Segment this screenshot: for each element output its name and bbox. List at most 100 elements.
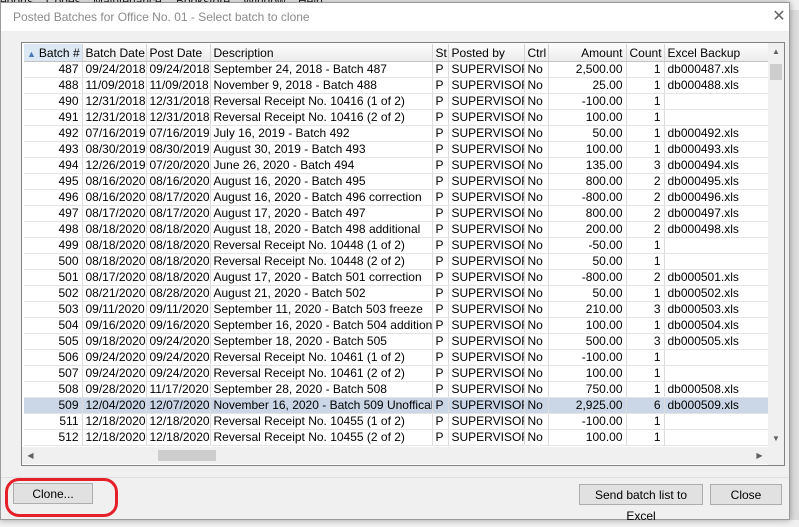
cell-ctrl: No bbox=[524, 237, 549, 254]
table-row[interactable]: 498 08/18/2020 08/18/2020 August 18, 2020 -… bbox=[24, 221, 769, 238]
cell-ctrl: No bbox=[524, 365, 549, 382]
cell-amount: 100.00 bbox=[548, 109, 627, 126]
column-header-batch-number[interactable]: ▲ Batch # bbox=[24, 44, 83, 62]
table-row[interactable]: 500 08/18/2020 08/18/2020 Reversal Receipt … bbox=[24, 253, 769, 270]
cell-ctrl: No bbox=[524, 77, 549, 94]
close-button[interactable]: Close bbox=[710, 484, 782, 505]
table-row[interactable]: 494 12/26/2019 07/20/2020 June 26, 2020 - B… bbox=[24, 157, 769, 174]
table-row[interactable]: 491 12/31/2018 12/31/2018 Reversal Receipt … bbox=[24, 109, 769, 126]
table-row[interactable]: 508 09/28/2020 11/17/2020 September 28, 202… bbox=[24, 381, 769, 398]
column-header-posted-by[interactable]: Posted by bbox=[448, 44, 525, 62]
cell-batch-number: 487 bbox=[24, 61, 83, 78]
cell-status: P bbox=[432, 397, 449, 414]
scroll-right-icon[interactable]: ▶ bbox=[751, 447, 768, 464]
clone-button[interactable]: Clone... bbox=[13, 483, 93, 504]
cell-batch-date: 12/31/2018 bbox=[82, 109, 147, 126]
table-row[interactable]: 506 09/24/2020 09/24/2020 Reversal Receipt … bbox=[24, 349, 769, 366]
cell-post-date: 12/18/2020 bbox=[146, 413, 211, 430]
table-row[interactable]: 496 08/16/2020 08/17/2020 August 16, 2020 -… bbox=[24, 189, 769, 206]
grid-header-row: ▲ Batch # Batch Date Post Date Descriptio… bbox=[24, 44, 769, 62]
column-header-ctrl[interactable]: Ctrl bbox=[524, 44, 549, 62]
table-row[interactable]: 511 12/18/2020 12/18/2020 Reversal Receipt … bbox=[24, 413, 769, 430]
cell-description: Reversal Receipt No. 10448 (1 of 2) bbox=[210, 237, 433, 254]
table-row[interactable]: 487 09/24/2018 09/24/2018 September 24, 201… bbox=[24, 61, 769, 78]
table-row[interactable]: 492 07/16/2019 07/16/2019 July 16, 2019 - B… bbox=[24, 125, 769, 142]
cell-post-date: 08/17/2020 bbox=[146, 189, 211, 206]
vertical-scrollbar[interactable]: ▲ ▼ bbox=[768, 43, 784, 447]
table-row[interactable]: 507 09/24/2020 09/24/2020 Reversal Receipt … bbox=[24, 365, 769, 382]
dialog-title: Posted Batches for Office No. 01 - Selec… bbox=[13, 10, 310, 24]
cell-ctrl: No bbox=[524, 381, 549, 398]
cell-excel-backup bbox=[664, 429, 769, 446]
cell-batch-date: 12/04/2020 bbox=[82, 397, 147, 414]
cell-ctrl: No bbox=[524, 397, 549, 414]
cell-batch-number: 497 bbox=[24, 205, 83, 222]
cell-description: Reversal Receipt No. 10455 (2 of 2) bbox=[210, 429, 433, 446]
cell-post-date: 12/31/2018 bbox=[146, 93, 211, 110]
cell-count: 2 bbox=[626, 189, 665, 206]
vertical-scroll-thumb[interactable] bbox=[770, 64, 782, 80]
cell-batch-date: 08/16/2020 bbox=[82, 189, 147, 206]
horizontal-scroll-thumb[interactable] bbox=[158, 450, 216, 461]
cell-count: 2 bbox=[626, 205, 665, 222]
scroll-down-icon[interactable]: ▼ bbox=[768, 430, 784, 447]
cell-ctrl: No bbox=[524, 317, 549, 334]
send-to-excel-button[interactable]: Send batch list to Excel bbox=[579, 484, 703, 523]
cell-batch-number: 511 bbox=[24, 413, 83, 430]
cell-excel-backup bbox=[664, 93, 769, 110]
cell-excel-backup bbox=[664, 109, 769, 126]
cell-posted-by: SUPERVISOR bbox=[448, 333, 525, 350]
table-row[interactable]: 490 12/31/2018 12/31/2018 Reversal Receipt … bbox=[24, 93, 769, 110]
column-header-description[interactable]: Description bbox=[210, 44, 433, 62]
cell-posted-by: SUPERVISOR bbox=[448, 413, 525, 430]
table-row[interactable]: 493 08/30/2019 08/30/2019 August 30, 2019 -… bbox=[24, 141, 769, 158]
cell-description: July 16, 2019 - Batch 492 bbox=[210, 125, 433, 142]
cell-post-date: 08/28/2020 bbox=[146, 285, 211, 302]
cell-excel-backup: db000492.xls bbox=[664, 125, 769, 142]
batch-grid[interactable]: ▲ Batch # Batch Date Post Date Descriptio… bbox=[21, 42, 785, 466]
cell-posted-by: SUPERVISOR bbox=[448, 157, 525, 174]
cell-posted-by: SUPERVISOR bbox=[448, 189, 525, 206]
scroll-up-icon[interactable]: ▲ bbox=[768, 43, 784, 60]
cell-ctrl: No bbox=[524, 157, 549, 174]
cell-excel-backup bbox=[664, 253, 769, 270]
cell-status: P bbox=[432, 109, 449, 126]
cell-amount: -800.00 bbox=[548, 189, 627, 206]
cell-posted-by: SUPERVISOR bbox=[448, 253, 525, 270]
column-header-status[interactable]: St bbox=[432, 44, 449, 62]
column-header-count[interactable]: Count bbox=[626, 44, 665, 62]
cell-ctrl: No bbox=[524, 413, 549, 430]
table-row[interactable]: 502 08/21/2020 08/28/2020 August 21, 2020 -… bbox=[24, 285, 769, 302]
cell-post-date: 11/17/2020 bbox=[146, 381, 211, 398]
cell-batch-date: 11/09/2018 bbox=[82, 77, 147, 94]
cell-count: 1 bbox=[626, 349, 665, 366]
column-header-excel-backup[interactable]: Excel Backup bbox=[664, 44, 769, 62]
cell-batch-date: 08/16/2020 bbox=[82, 173, 147, 190]
table-row[interactable]: 495 08/16/2020 08/16/2020 August 16, 2020 -… bbox=[24, 173, 769, 190]
table-row[interactable]: 509 12/04/2020 12/07/2020 November 16, 2020… bbox=[24, 397, 769, 414]
cell-batch-date: 09/24/2020 bbox=[82, 349, 147, 366]
cell-posted-by: SUPERVISOR bbox=[448, 205, 525, 222]
cell-batch-number: 500 bbox=[24, 253, 83, 270]
table-row[interactable]: 499 08/18/2020 08/18/2020 Reversal Receipt … bbox=[24, 237, 769, 254]
column-header-batch-date[interactable]: Batch Date bbox=[82, 44, 147, 62]
column-header-amount[interactable]: Amount bbox=[548, 44, 627, 62]
column-header-post-date[interactable]: Post Date bbox=[146, 44, 211, 62]
table-row[interactable]: 497 08/17/2020 08/17/2020 August 17, 2020 -… bbox=[24, 205, 769, 222]
table-row[interactable]: 488 11/09/2018 11/09/2018 November 9, 2018 … bbox=[24, 77, 769, 94]
table-row[interactable]: 504 09/16/2020 09/16/2020 September 16, 202… bbox=[24, 317, 769, 334]
cell-ctrl: No bbox=[524, 173, 549, 190]
cell-status: P bbox=[432, 77, 449, 94]
table-row[interactable]: 505 09/18/2020 09/24/2020 September 18, 202… bbox=[24, 333, 769, 350]
cell-post-date: 11/09/2018 bbox=[146, 77, 211, 94]
table-row[interactable]: 501 08/17/2020 08/18/2020 August 17, 2020 -… bbox=[24, 269, 769, 286]
cell-posted-by: SUPERVISOR bbox=[448, 381, 525, 398]
horizontal-scrollbar[interactable]: ◀ ▶ bbox=[22, 447, 768, 464]
cell-excel-backup: db000497.xls bbox=[664, 205, 769, 222]
table-row[interactable]: 503 09/11/2020 09/11/2020 September 11, 202… bbox=[24, 301, 769, 318]
close-icon[interactable]: ✕ bbox=[769, 7, 789, 27]
cell-batch-number: 499 bbox=[24, 237, 83, 254]
scroll-left-icon[interactable]: ◀ bbox=[22, 447, 39, 464]
cell-status: P bbox=[432, 317, 449, 334]
table-row[interactable]: 512 12/18/2020 12/18/2020 Reversal Receipt … bbox=[24, 429, 769, 446]
